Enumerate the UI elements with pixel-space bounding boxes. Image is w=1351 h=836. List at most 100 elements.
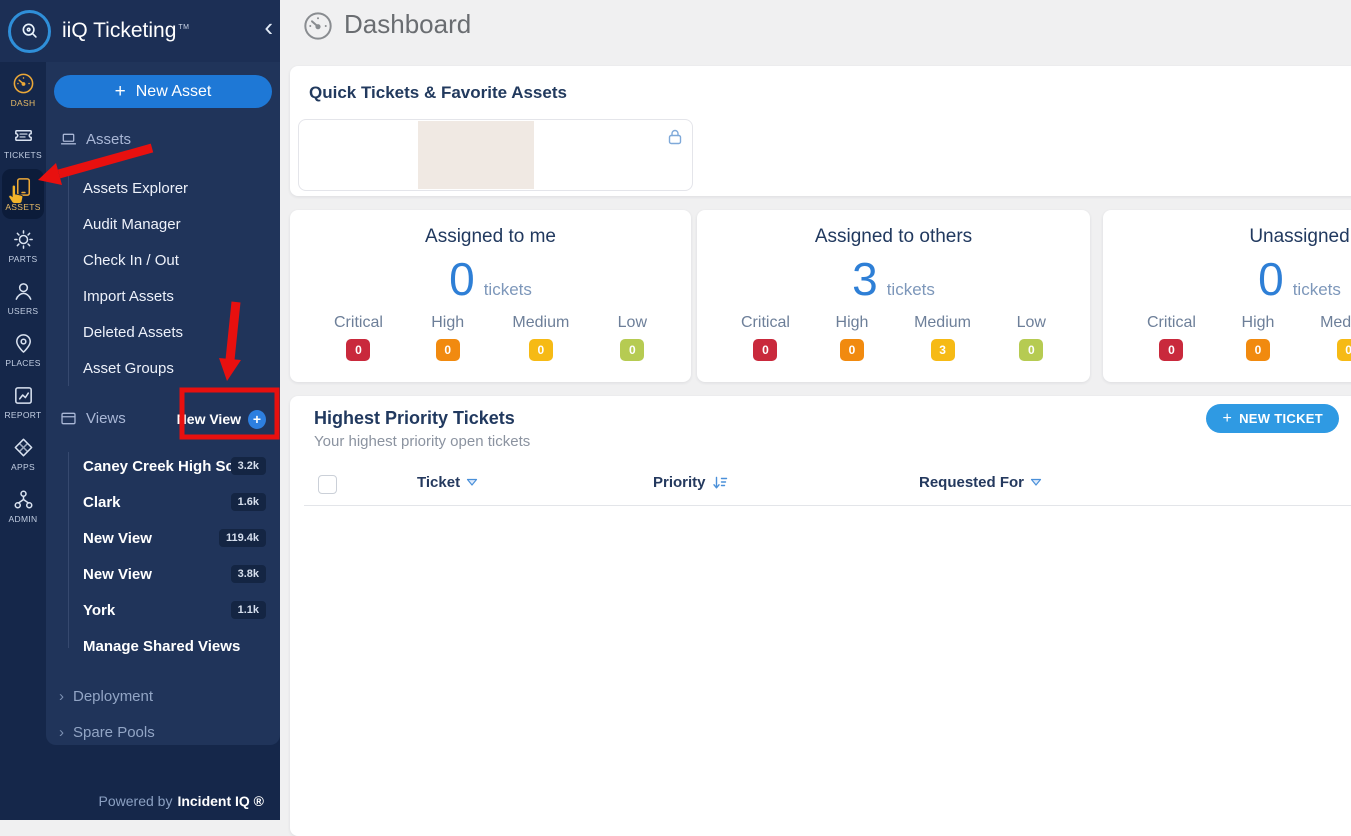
assets-menu: Assets Explorer Audit Manager Check In /… xyxy=(46,170,280,386)
section-spare-pools[interactable]: › Spare Pools xyxy=(59,720,155,744)
new-ticket-button[interactable]: + NEW TICKET xyxy=(1206,404,1339,433)
priority-row: Critical 0 High 0 Medium 0 Low 0 xyxy=(290,314,691,361)
favorite-asset-tile[interactable] xyxy=(298,119,693,191)
sidebar-item-assets[interactable]: ASSETS xyxy=(2,169,44,219)
select-all-checkbox[interactable] xyxy=(318,475,337,494)
table-header-divider xyxy=(304,505,1351,506)
new-asset-button[interactable]: + New Asset xyxy=(54,75,272,108)
panel-subtitle: Your highest priority open tickets xyxy=(314,433,530,450)
quick-tickets-title: Quick Tickets & Favorite Assets xyxy=(309,83,567,103)
priority-medium: Medium 3 xyxy=(914,314,971,361)
magnifier-logo-icon xyxy=(20,21,40,41)
page-title: Dashboard xyxy=(344,9,471,40)
priority-low: Low 0 xyxy=(618,314,647,361)
stat-card-title: Unassigned xyxy=(1103,226,1351,248)
app-title: iiQ TicketingTM xyxy=(62,19,189,43)
views-section-header[interactable]: Views xyxy=(59,409,126,428)
priority-badge: 0 xyxy=(436,339,460,361)
dashboard-gauge-icon xyxy=(302,10,334,42)
ticket-count: 0 tickets xyxy=(290,256,691,302)
rail-label: DASH xyxy=(11,98,36,108)
sidebar-item-report[interactable]: REPORT xyxy=(0,376,46,428)
view-count-badge: 119.4k xyxy=(219,529,266,547)
sidebar-item-tickets[interactable]: TICKETS xyxy=(0,116,46,168)
chevron-down-icon xyxy=(466,478,478,487)
plus-icon: + xyxy=(1222,410,1232,428)
stat-card-assigned-to-me: Assigned to me 0 tickets Critical 0 High… xyxy=(290,210,691,382)
view-count-badge: 3.2k xyxy=(231,457,266,475)
main-content: Dashboard Quick Tickets & Favorite Asset… xyxy=(280,0,1351,820)
column-header-requested-for[interactable]: Requested For xyxy=(919,474,1042,491)
sort-descending-icon xyxy=(712,476,728,490)
menu-item-asset-groups[interactable]: Asset Groups xyxy=(46,350,280,386)
iiq-logo xyxy=(8,10,51,53)
gauge-icon xyxy=(12,72,35,95)
sidebar-item-parts[interactable]: PARTS xyxy=(0,220,46,272)
quick-tickets-card: Quick Tickets & Favorite Assets xyxy=(290,66,1351,196)
view-item[interactable]: New View 119.4k xyxy=(46,520,280,556)
stat-card-assigned-to-others: Assigned to others 3 tickets Critical 0 … xyxy=(697,210,1090,382)
view-item[interactable]: York 1.1k xyxy=(46,592,280,628)
sidebar-item-dash[interactable]: DASH xyxy=(0,64,46,116)
view-item[interactable]: Caney Creek High Scho... 3.2k xyxy=(46,448,280,484)
menu-item-assets-explorer[interactable]: Assets Explorer xyxy=(46,170,280,206)
menu-item-check-in-out[interactable]: Check In / Out xyxy=(46,242,280,278)
priority-badge: 0 xyxy=(346,339,370,361)
org-icon xyxy=(12,488,35,511)
view-item[interactable]: Clark 1.6k xyxy=(46,484,280,520)
priority-low: Low 0 xyxy=(1017,314,1046,361)
views-list: Caney Creek High Scho... 3.2k Clark 1.6k… xyxy=(46,448,280,664)
highest-priority-tickets-panel: Highest Priority Tickets Your highest pr… xyxy=(290,396,1351,836)
view-item[interactable]: New View 3.8k xyxy=(46,556,280,592)
user-icon xyxy=(12,280,35,303)
sidebar-item-apps[interactable]: APPS xyxy=(0,428,46,480)
powered-by-text: Powered by xyxy=(99,793,173,809)
section-deployment[interactable]: › Deployment xyxy=(59,684,153,708)
priority-medium: Medium 0 xyxy=(512,314,569,361)
assets-flyout-panel: + New Asset Assets Assets Explorer Audit… xyxy=(46,62,280,745)
rail-label: TICKETS xyxy=(4,150,42,160)
icon-rail: DASH TICKETS ASSETS PARTS USERS PLACES R… xyxy=(0,62,46,532)
sidebar-item-users[interactable]: USERS xyxy=(0,272,46,324)
rail-label: REPORT xyxy=(4,410,41,420)
sidebar: + New Asset Assets Assets Explorer Audit… xyxy=(0,0,280,820)
priority-row: Critical 0 High 0 Medium 0 Low 0 xyxy=(1103,314,1351,361)
menu-item-deleted-assets[interactable]: Deleted Assets xyxy=(46,314,280,350)
new-view-button[interactable]: New View + xyxy=(177,406,266,432)
priority-critical: Critical 0 xyxy=(334,314,383,361)
panel-title: Highest Priority Tickets xyxy=(314,408,515,429)
apps-icon xyxy=(12,436,35,459)
assets-section-header[interactable]: Assets xyxy=(59,130,131,149)
menu-item-import-assets[interactable]: Import Assets xyxy=(46,278,280,314)
priority-badge: 0 xyxy=(1159,339,1183,361)
map-pin-icon xyxy=(12,332,35,355)
chevron-right-icon: › xyxy=(59,688,64,705)
priority-medium: Medium 0 xyxy=(1320,314,1351,361)
new-asset-label: New Asset xyxy=(136,83,212,101)
priority-badge: 3 xyxy=(931,339,955,361)
ticket-count: 0 tickets xyxy=(1103,256,1351,302)
views-section-label: Views xyxy=(86,410,126,427)
menu-item-audit-manager[interactable]: Audit Manager xyxy=(46,206,280,242)
rail-label: ADMIN xyxy=(9,514,38,524)
priority-high: High 0 xyxy=(1242,314,1275,361)
trademark: TM xyxy=(178,24,189,31)
sidebar-footer: Powered byIncident IQ ® xyxy=(99,793,264,809)
chevron-down-icon xyxy=(1030,478,1042,487)
priority-badge: 0 xyxy=(620,339,644,361)
column-header-ticket[interactable]: Ticket xyxy=(417,474,478,491)
views-icon xyxy=(59,409,78,428)
stat-card-title: Assigned to others xyxy=(697,226,1090,248)
brand-bar: iiQ TicketingTM ‹ xyxy=(0,0,280,62)
rail-label: PLACES xyxy=(5,358,40,368)
manage-shared-views[interactable]: Manage Shared Views xyxy=(46,628,280,664)
ticket-icon xyxy=(12,124,35,147)
column-header-priority[interactable]: Priority xyxy=(653,474,728,491)
sidebar-item-admin[interactable]: ADMIN xyxy=(0,480,46,532)
priority-badge: 0 xyxy=(753,339,777,361)
priority-critical: Critical 0 xyxy=(741,314,790,361)
collapse-sidebar-chevron[interactable]: ‹ xyxy=(264,14,273,40)
sidebar-item-places[interactable]: PLACES xyxy=(0,324,46,376)
new-view-label: New View xyxy=(177,411,241,427)
priority-badge: 0 xyxy=(529,339,553,361)
